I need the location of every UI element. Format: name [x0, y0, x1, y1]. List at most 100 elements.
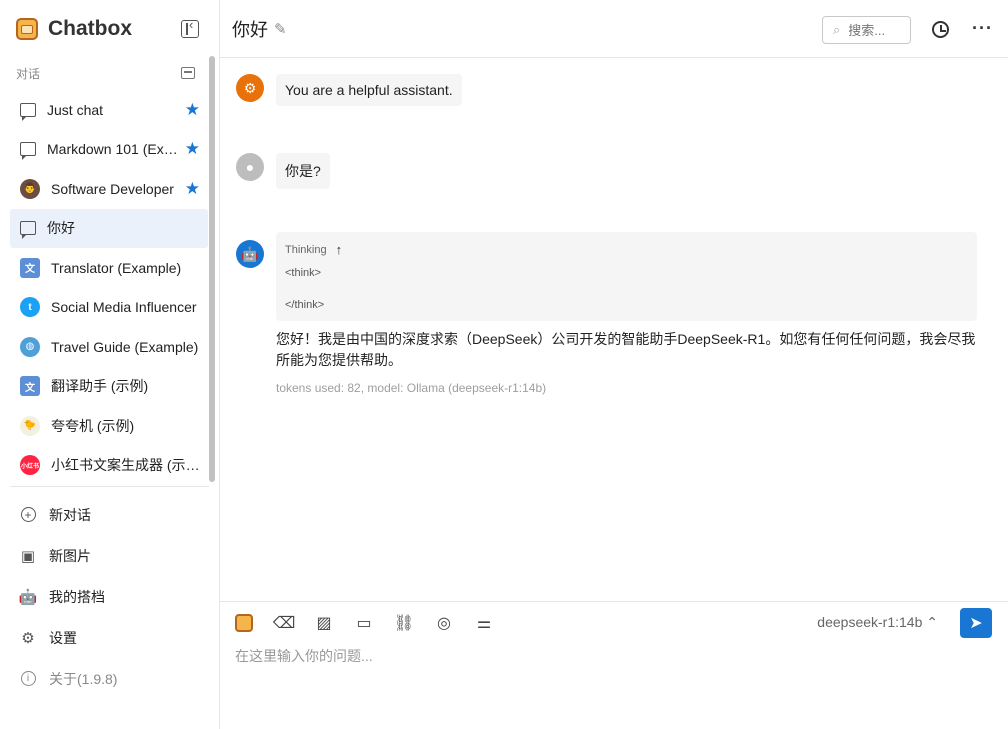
about-label: 关于(1.9.8): [49, 670, 118, 687]
chatbox-logo-icon: [16, 18, 38, 40]
model-name: deepseek-r1:14b: [817, 614, 923, 630]
eraser-icon[interactable]: ⌫: [273, 613, 296, 633]
conversation-item[interactable]: t Social Media Influencer: [10, 288, 208, 328]
user-avatar-icon: ●: [236, 153, 264, 181]
history-icon[interactable]: [932, 21, 949, 38]
sidebar-divider: [10, 486, 209, 487]
conversation-item[interactable]: 文 Translator (Example): [10, 248, 208, 288]
collapse-arrow-up-icon[interactable]: ↑: [336, 242, 343, 257]
info-icon: i: [20, 671, 36, 687]
settings-button[interactable]: ⚙ 设置: [10, 617, 209, 658]
system-message-bubble: You are a helpful assistant.: [276, 74, 462, 106]
conversation-label: Travel Guide (Example): [51, 338, 199, 355]
app-name: Chatbox: [48, 17, 132, 40]
assistant-message-row: 🤖 Thinking ↑ <think> </think>: [236, 232, 977, 321]
message-input-area[interactable]: [235, 646, 992, 711]
message-meta: tokens used: 82, model: Ollama (deepseek…: [276, 381, 547, 395]
my-partners-label: 我的搭档: [49, 588, 105, 605]
message-input[interactable]: [235, 646, 992, 706]
my-partners-button[interactable]: 🤖 我的搭档: [10, 576, 209, 617]
send-button[interactable]: ➤: [960, 608, 992, 638]
conversation-item[interactable]: 文 翻译助手 (示例): [10, 367, 208, 407]
conversation-item[interactable]: ◍ Travel Guide (Example): [10, 327, 208, 367]
globe-avatar-icon: ◍: [20, 336, 40, 357]
more-options-icon[interactable]: ···: [972, 18, 993, 39]
collapse-sidebar-icon[interactable]: [181, 17, 199, 38]
system-message: ⚙ You are a helpful assistant.: [236, 74, 462, 106]
conversation-label: Markdown 101 (Example): [47, 141, 179, 158]
developer-avatar-icon: 👨: [20, 178, 40, 199]
conversation-label: Translator (Example): [51, 259, 182, 276]
chat-bubble-icon: [20, 221, 36, 240]
thinking-label: Thinking: [285, 243, 327, 256]
gear-icon: ⚙: [21, 629, 35, 647]
conversation-label: 翻译助手 (示例): [51, 378, 149, 395]
think-close-tag: </think>: [285, 299, 325, 311]
user-message-bubble: 你是?: [276, 153, 330, 189]
search-box[interactable]: ⌕: [822, 16, 911, 44]
search-input[interactable]: [848, 22, 909, 38]
conversations-section-header: 对话: [0, 58, 219, 88]
star-icon[interactable]: ★: [185, 179, 200, 199]
translator-avatar-icon: 文: [20, 376, 40, 397]
model-selector[interactable]: deepseek-r1:14b ⌃: [817, 614, 938, 631]
robot-icon: 🤖: [18, 588, 38, 606]
image-icon[interactable]: ▨: [314, 613, 334, 633]
archive-icon[interactable]: [181, 67, 195, 79]
thinking-panel: Thinking ↑ <think> </think>: [276, 232, 977, 321]
chat-title[interactable]: 你好: [232, 16, 268, 42]
chat-header: 你好 ✎ ⌕ ···: [220, 0, 1008, 58]
folder-icon[interactable]: ▭: [354, 613, 374, 633]
globe-icon[interactable]: ◎: [434, 613, 454, 633]
conversation-label: 你好: [47, 220, 75, 237]
sliders-icon[interactable]: ⚌: [474, 613, 494, 633]
translator-avatar-icon: 文: [20, 257, 40, 278]
conversation-item[interactable]: Markdown 101 (Example) ★: [10, 130, 208, 170]
send-icon: ➤: [969, 615, 983, 632]
new-image-label: 新图片: [49, 547, 91, 564]
sidebar-bottom-menu: + 新对话 ▣ 新图片 🤖 我的搭档 ⚙ 设置 i 关于(1.9.8): [10, 494, 209, 699]
assistant-answer-text: 您好！我是由中国的深度求索（DeepSeek）公司开发的智能助手DeepSeek…: [276, 331, 976, 368]
conversation-item[interactable]: 👨 Software Developer ★: [10, 169, 208, 209]
composer-toolbar: ⌫ ▨ ▭ ⛓ ◎ ⚌ deepseek-r1:14b ⌃ ➤: [234, 608, 992, 638]
brand-header: Chatbox: [0, 0, 219, 58]
sidebar-scrollbar[interactable]: [209, 56, 215, 482]
assistant-message: 🤖 Thinking ↑ <think> </think> 您好！我是由中国的深…: [236, 232, 977, 395]
about-button[interactable]: i 关于(1.9.8): [10, 658, 209, 699]
new-chat-button[interactable]: + 新对话: [10, 494, 209, 535]
conversation-item[interactable]: Just chat ★: [10, 90, 208, 130]
duck-avatar-icon: 🐤: [20, 415, 40, 436]
composer: ⌫ ▨ ▭ ⛓ ◎ ⚌ deepseek-r1:14b ⌃ ➤: [220, 601, 1008, 729]
new-chat-label: 新对话: [49, 506, 91, 523]
conversation-item-active[interactable]: 你好: [10, 208, 208, 248]
chat-bubble-icon: [20, 142, 36, 161]
app-window: Chatbox 对话 Just chat ★ Markdown 101 (Exa…: [0, 0, 1008, 729]
message-list: ⚙ You are a helpful assistant. ● 你是? 🤖 T…: [220, 59, 1008, 601]
new-image-button[interactable]: ▣ 新图片: [10, 535, 209, 576]
conversation-label: 夸夸机 (示例): [51, 417, 135, 434]
section-label: 对话: [16, 66, 41, 81]
star-icon[interactable]: ★: [185, 100, 200, 120]
think-open-tag: <think>: [285, 267, 322, 279]
link-icon[interactable]: ⛓: [394, 613, 414, 633]
chat-main: 你好 ✎ ⌕ ··· ⚙ You are a helpful assistant…: [220, 0, 1008, 729]
edit-pencil-icon[interactable]: ✎: [274, 20, 287, 38]
conversation-label: Social Media Influencer: [51, 299, 197, 316]
conversation-label: Software Developer: [51, 180, 174, 197]
bot-avatar-icon: 🤖: [236, 240, 264, 268]
conversation-label: 小红书文案生成器 (示例): [51, 457, 200, 474]
twitter-avatar-icon: t: [20, 297, 40, 318]
chat-bubble-icon: [20, 102, 36, 121]
plus-circle-icon: +: [20, 507, 36, 523]
conversation-list[interactable]: Just chat ★ Markdown 101 (Example) ★ 👨 S…: [0, 90, 218, 486]
conversation-item[interactable]: 🐤 夸夸机 (示例): [10, 406, 208, 446]
star-icon[interactable]: ★: [185, 139, 200, 159]
thinking-header[interactable]: Thinking ↑: [285, 242, 968, 257]
user-message: ● 你是?: [236, 153, 330, 189]
settings-label: 设置: [49, 629, 77, 646]
search-icon: ⌕: [833, 22, 841, 37]
chatbox-persona-icon[interactable]: [234, 613, 254, 633]
sidebar: Chatbox 对话 Just chat ★ Markdown 101 (Exa…: [0, 0, 220, 729]
conversation-item[interactable]: 小红书 小红书文案生成器 (示例): [10, 446, 208, 486]
xiaohongshu-avatar-icon: 小红书: [20, 455, 40, 476]
